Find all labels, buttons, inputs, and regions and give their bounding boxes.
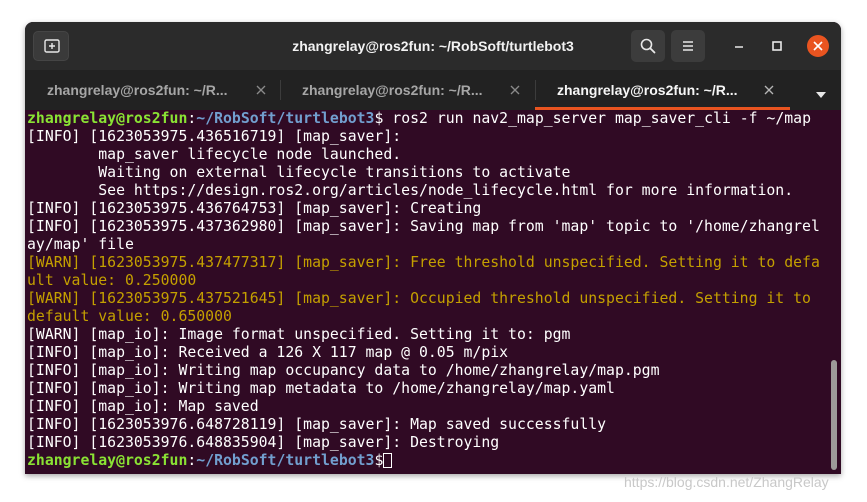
chevron-down-icon[interactable] xyxy=(815,86,827,104)
minimize-button[interactable] xyxy=(728,35,750,57)
watermark: https://blog.csdn.net/ZhangRelay xyxy=(624,474,829,490)
menu-button[interactable] xyxy=(671,30,705,62)
log-line: [INFO] [map_io]: Map saved xyxy=(27,398,259,415)
tab-1[interactable]: zhangrelay@ros2fun: ~/R... xyxy=(25,70,280,110)
prompt-symbol: $ xyxy=(374,452,384,469)
log-line: Waiting on external lifecycle transition… xyxy=(27,164,571,181)
new-tab-button[interactable] xyxy=(33,31,69,61)
log-line-warn: [WARN] [1623053975.437477317] [map_saver… xyxy=(27,254,820,271)
terminal-window: zhangrelay@ros2fun: ~/RobSoft/turtlebot3 xyxy=(25,22,841,474)
log-line: [INFO] [1623053976.648728119] [map_saver… xyxy=(27,416,607,433)
log-line: [INFO] [map_io]: Writing map occupancy d… xyxy=(27,362,660,379)
prompt-path: ~/RobSoft/turtlebot3 xyxy=(196,452,375,469)
tab-close-icon[interactable] xyxy=(762,83,776,97)
log-line: map_saver lifecycle node launched. xyxy=(27,146,402,163)
current-prompt-line[interactable]: zhangrelay@ros2fun:~/RobSoft/turtlebot3$ xyxy=(27,452,827,470)
log-line: [INFO] [map_io]: Received a 126 X 117 ma… xyxy=(27,344,509,361)
log-line: [WARN] [map_io]: Image format unspecifie… xyxy=(27,326,571,343)
log-line: [INFO] [1623053975.437362980] [map_saver… xyxy=(27,218,820,235)
command-text: ros2 run nav2_map_server map_saver_cli -… xyxy=(392,110,811,127)
tab-bar: zhangrelay@ros2fun: ~/R... zhangrelay@ro… xyxy=(25,70,841,110)
log-line: [INFO] [1623053975.436764753] [map_saver… xyxy=(27,200,482,217)
log-line: [INFO] [1623053976.648835904] [map_saver… xyxy=(27,434,500,451)
prompt-colon: : xyxy=(187,452,197,469)
title-bar[interactable]: zhangrelay@ros2fun: ~/RobSoft/turtlebot3 xyxy=(25,22,841,70)
log-line-warn: [WARN] [1623053975.437521645] [map_saver… xyxy=(27,290,820,307)
search-button[interactable] xyxy=(631,30,665,62)
text-cursor xyxy=(383,453,393,468)
prompt-colon: : xyxy=(187,110,197,127)
log-line-warn: ult value: 0.250000 xyxy=(27,272,197,289)
prompt-user: zhangrelay@ros2fun xyxy=(27,110,188,127)
close-button[interactable] xyxy=(807,35,829,57)
prompt-user: zhangrelay@ros2fun xyxy=(27,452,188,469)
tab-2[interactable]: zhangrelay@ros2fun: ~/R... xyxy=(280,70,535,110)
log-line-warn: default value: 0.650000 xyxy=(27,308,232,325)
prompt-path: ~/RobSoft/turtlebot3 xyxy=(196,110,375,127)
tab-label: zhangrelay@ros2fun: ~/R... xyxy=(47,82,228,98)
tab-close-icon[interactable] xyxy=(508,83,522,97)
tab-label: zhangrelay@ros2fun: ~/R... xyxy=(557,82,738,98)
log-line: [INFO] [1623053975.436516719] [map_saver… xyxy=(27,128,402,145)
command-line: zhangrelay@ros2fun:~/RobSoft/turtlebot3$… xyxy=(27,110,827,128)
tab-3-active[interactable]: zhangrelay@ros2fun: ~/R... xyxy=(535,70,790,110)
terminal-output[interactable]: zhangrelay@ros2fun:~/RobSoft/turtlebot3$… xyxy=(27,110,827,474)
tab-label: zhangrelay@ros2fun: ~/R... xyxy=(302,82,483,98)
log-line: ay/map' file xyxy=(27,236,134,253)
log-line: See https://design.ros2.org/articles/nod… xyxy=(27,182,794,199)
prompt-symbol: $ xyxy=(374,110,393,127)
terminal-scrollbar[interactable] xyxy=(831,360,837,470)
output-lines: [INFO] [1623053975.436516719] [map_saver… xyxy=(27,128,827,452)
tab-close-icon[interactable] xyxy=(254,83,268,97)
maximize-button[interactable] xyxy=(766,35,788,57)
log-line: [INFO] [map_io]: Writing map metadata to… xyxy=(27,380,615,397)
window-title: zhangrelay@ros2fun: ~/RobSoft/turtlebot3 xyxy=(292,38,574,54)
